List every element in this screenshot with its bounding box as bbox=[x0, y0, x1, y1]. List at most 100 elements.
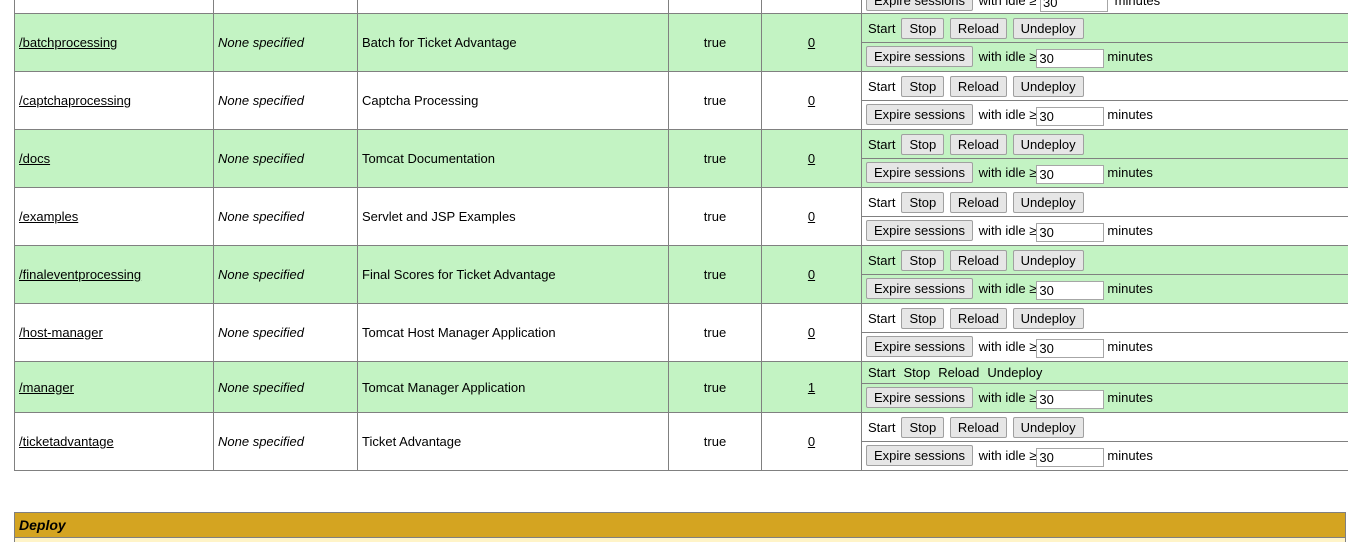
version-cell: None specified bbox=[213, 303, 358, 362]
reload-button[interactable]: Reload bbox=[949, 17, 1008, 39]
running-cell: true bbox=[668, 245, 762, 304]
reload-button[interactable]: Reload bbox=[949, 133, 1008, 155]
sessions-link[interactable]: 0 bbox=[808, 325, 815, 340]
expire-sessions-button[interactable]: Expire sessions bbox=[866, 220, 974, 242]
table-row: /finaleventprocessing None specified Final… bbox=[14, 245, 1348, 304]
stop-button[interactable]: Stop bbox=[901, 416, 945, 438]
path-cell: /ticketadvantage bbox=[14, 412, 214, 471]
start-label[interactable]: Start bbox=[868, 195, 895, 210]
minutes-label: minutes bbox=[1107, 49, 1153, 65]
stop-button[interactable]: Stop bbox=[901, 133, 945, 155]
deploy-title: Deploy bbox=[19, 517, 66, 533]
reload-button[interactable]: Reload bbox=[949, 307, 1008, 329]
app-path-link[interactable]: /host-manager bbox=[19, 325, 103, 340]
sessions-link[interactable]: 0 bbox=[808, 267, 815, 282]
with-idle-label: with idle ≥ bbox=[978, 0, 1037, 9]
expire-sessions-button[interactable]: Expire sessions bbox=[866, 336, 974, 358]
minutes-label: minutes bbox=[1107, 448, 1153, 464]
minutes-label: minutes bbox=[1107, 165, 1153, 181]
expire-sessions-button[interactable]: Expire sessions bbox=[866, 162, 974, 184]
undeploy-button[interactable]: Undeploy bbox=[1012, 75, 1084, 97]
idle-minutes-input[interactable] bbox=[1040, 0, 1109, 12]
reload-button[interactable]: Reload bbox=[949, 249, 1008, 271]
idle-minutes-input[interactable] bbox=[1036, 389, 1105, 409]
idle-minutes-input[interactable] bbox=[1036, 280, 1105, 300]
stop-link[interactable]: Stop bbox=[903, 365, 930, 380]
start-label[interactable]: Start bbox=[868, 21, 895, 36]
start-label[interactable]: Start bbox=[868, 79, 895, 94]
app-path-link[interactable]: /captchaprocessing bbox=[19, 93, 131, 108]
undeploy-button[interactable]: Undeploy bbox=[1012, 17, 1084, 39]
sessions-link[interactable]: 0 bbox=[808, 151, 815, 166]
stop-button[interactable]: Stop bbox=[901, 249, 945, 271]
reload-button[interactable]: Reload bbox=[949, 191, 1008, 213]
undeploy-button[interactable]: Undeploy bbox=[1012, 249, 1084, 271]
stop-button[interactable]: Stop bbox=[901, 307, 945, 329]
start-link[interactable]: Start bbox=[868, 365, 895, 380]
undeploy-link[interactable]: Undeploy bbox=[987, 365, 1042, 380]
undeploy-button[interactable]: Undeploy bbox=[1012, 307, 1084, 329]
expire-sessions-button[interactable]: Expire sessions bbox=[866, 0, 974, 12]
expire-cell: Expire sessions with idle ≥ minutes bbox=[861, 0, 1348, 14]
with-idle-label: with idle ≥ bbox=[978, 107, 1037, 123]
stop-button[interactable]: Stop bbox=[901, 17, 945, 39]
undeploy-button[interactable]: Undeploy bbox=[1012, 191, 1084, 213]
start-label[interactable]: Start bbox=[868, 311, 895, 326]
version-cell: None specified bbox=[213, 129, 358, 188]
table-row: /manager None specified Tomcat Manager App… bbox=[14, 361, 1348, 413]
stop-button[interactable]: Stop bbox=[901, 75, 945, 97]
reload-button[interactable]: Reload bbox=[949, 75, 1008, 97]
expire-sessions-button[interactable]: Expire sessions bbox=[866, 46, 974, 68]
app-path-link[interactable]: /manager bbox=[19, 380, 74, 395]
minutes-label: minutes bbox=[1107, 339, 1153, 355]
sessions-cell: 0 bbox=[761, 412, 862, 471]
idle-minutes-input[interactable] bbox=[1036, 222, 1105, 242]
sessions-cell: 1 bbox=[761, 361, 862, 413]
table-row: /captchaprocessing None specified Captcha … bbox=[14, 71, 1348, 130]
display-name-cell: Tomcat Host Manager Application bbox=[357, 303, 669, 362]
expire-sessions-button[interactable]: Expire sessions bbox=[866, 445, 974, 467]
expire-cell: Expire sessions with idle ≥ minutes bbox=[861, 42, 1348, 72]
app-path-link[interactable]: /batchprocessing bbox=[19, 35, 117, 50]
display-name-cell: Batch for Ticket Advantage bbox=[357, 13, 669, 72]
expire-sessions-button[interactable]: Expire sessions bbox=[866, 104, 974, 126]
expire-cell: Expire sessions with idle ≥ minutes bbox=[861, 216, 1348, 246]
minutes-label: minutes bbox=[1107, 390, 1153, 406]
table-row: /ticketadvantage None specified Ticket Adv… bbox=[14, 412, 1348, 471]
idle-minutes-input[interactable] bbox=[1036, 164, 1105, 184]
undeploy-button[interactable]: Undeploy bbox=[1012, 416, 1084, 438]
sessions-link[interactable]: 0 bbox=[808, 35, 815, 50]
sessions-link[interactable]: 0 bbox=[808, 434, 815, 449]
app-path-link[interactable]: /docs bbox=[19, 151, 50, 166]
running-cell: true bbox=[668, 13, 762, 72]
commands-cell: Start Stop Reload Undeploy bbox=[861, 303, 1348, 333]
app-path-link[interactable]: /examples bbox=[19, 209, 78, 224]
undeploy-button[interactable]: Undeploy bbox=[1012, 133, 1084, 155]
commands-cell: Start Stop Reload Undeploy bbox=[861, 412, 1348, 442]
sessions-link[interactable]: 0 bbox=[808, 209, 815, 224]
display-name-cell: Tomcat Manager Application bbox=[357, 361, 669, 413]
sessions-link[interactable]: 1 bbox=[808, 380, 815, 395]
expire-sessions-button[interactable]: Expire sessions bbox=[866, 387, 974, 409]
start-label[interactable]: Start bbox=[868, 420, 895, 435]
deploy-section-header: Deploy bbox=[14, 512, 1346, 538]
sessions-link[interactable]: 0 bbox=[808, 93, 815, 108]
app-path-link[interactable]: /ticketadvantage bbox=[19, 434, 114, 449]
reload-link[interactable]: Reload bbox=[938, 365, 979, 380]
commands-cell: Start Stop Reload Undeploy bbox=[861, 71, 1348, 101]
app-path-link[interactable]: /finaleventprocessing bbox=[19, 267, 141, 282]
stop-button[interactable]: Stop bbox=[901, 191, 945, 213]
with-idle-label: with idle ≥ bbox=[978, 49, 1037, 65]
idle-minutes-input[interactable] bbox=[1036, 338, 1105, 358]
with-idle-label: with idle ≥ bbox=[978, 223, 1037, 239]
start-label[interactable]: Start bbox=[868, 137, 895, 152]
with-idle-label: with idle ≥ bbox=[978, 165, 1037, 181]
idle-minutes-input[interactable] bbox=[1036, 106, 1105, 126]
idle-minutes-input[interactable] bbox=[1036, 447, 1105, 467]
reload-button[interactable]: Reload bbox=[949, 416, 1008, 438]
sessions-cell: 0 bbox=[761, 71, 862, 130]
start-label[interactable]: Start bbox=[868, 253, 895, 268]
idle-minutes-input[interactable] bbox=[1036, 48, 1105, 68]
sessions-cell: 0 bbox=[761, 129, 862, 188]
expire-sessions-button[interactable]: Expire sessions bbox=[866, 278, 974, 300]
